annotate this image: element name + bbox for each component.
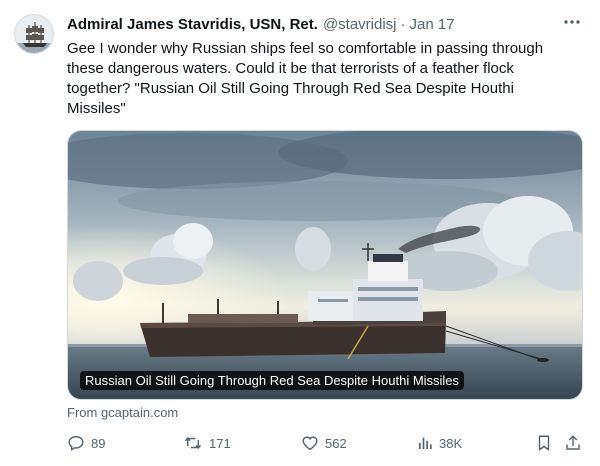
- avatar[interactable]: [14, 14, 54, 54]
- author-name[interactable]: Admiral James Stavridis, USN, Ret.: [67, 16, 318, 33]
- repost-button[interactable]: 171: [183, 430, 231, 456]
- views-count: 38K: [439, 435, 463, 451]
- card-source[interactable]: From gcaptain.com: [67, 405, 178, 420]
- action-bar: 89 171 562 38K: [67, 430, 583, 456]
- oil-tanker-photo: [68, 131, 582, 399]
- tweet-text: Gee I wonder why Russian ships feel so c…: [67, 40, 544, 117]
- link-card[interactable]: [67, 130, 583, 400]
- views-button[interactable]: 38K: [417, 430, 462, 456]
- like-icon: [302, 436, 318, 451]
- reply-count: 89: [91, 435, 106, 451]
- more-icon: [564, 20, 580, 24]
- repost-count: 171: [209, 435, 231, 451]
- reply-button[interactable]: 89: [67, 430, 105, 456]
- author-handle[interactable]: @stavridisj: [323, 16, 397, 33]
- share-icon: [566, 435, 580, 450]
- reply-icon: [68, 435, 84, 451]
- more-button[interactable]: [560, 12, 584, 32]
- views-icon: [419, 437, 432, 449]
- like-count: 562: [325, 435, 347, 451]
- card-headline: Russian Oil Still Going Through Red Sea …: [80, 371, 465, 390]
- tweet-date[interactable]: Jan 17: [410, 16, 455, 33]
- share-button[interactable]: [564, 430, 588, 456]
- separator-dot: ·: [400, 15, 406, 33]
- bookmark-icon: [538, 435, 550, 451]
- like-button[interactable]: 562: [301, 430, 347, 456]
- tweet-header: Admiral James Stavridis, USN, Ret. @stav…: [67, 13, 580, 35]
- repost-icon: [184, 437, 202, 449]
- tweet[interactable]: Admiral James Stavridis, USN, Ret. @stav…: [0, 0, 600, 466]
- bookmark-button[interactable]: [536, 430, 558, 456]
- sailing-ship-avatar-icon: [15, 15, 53, 53]
